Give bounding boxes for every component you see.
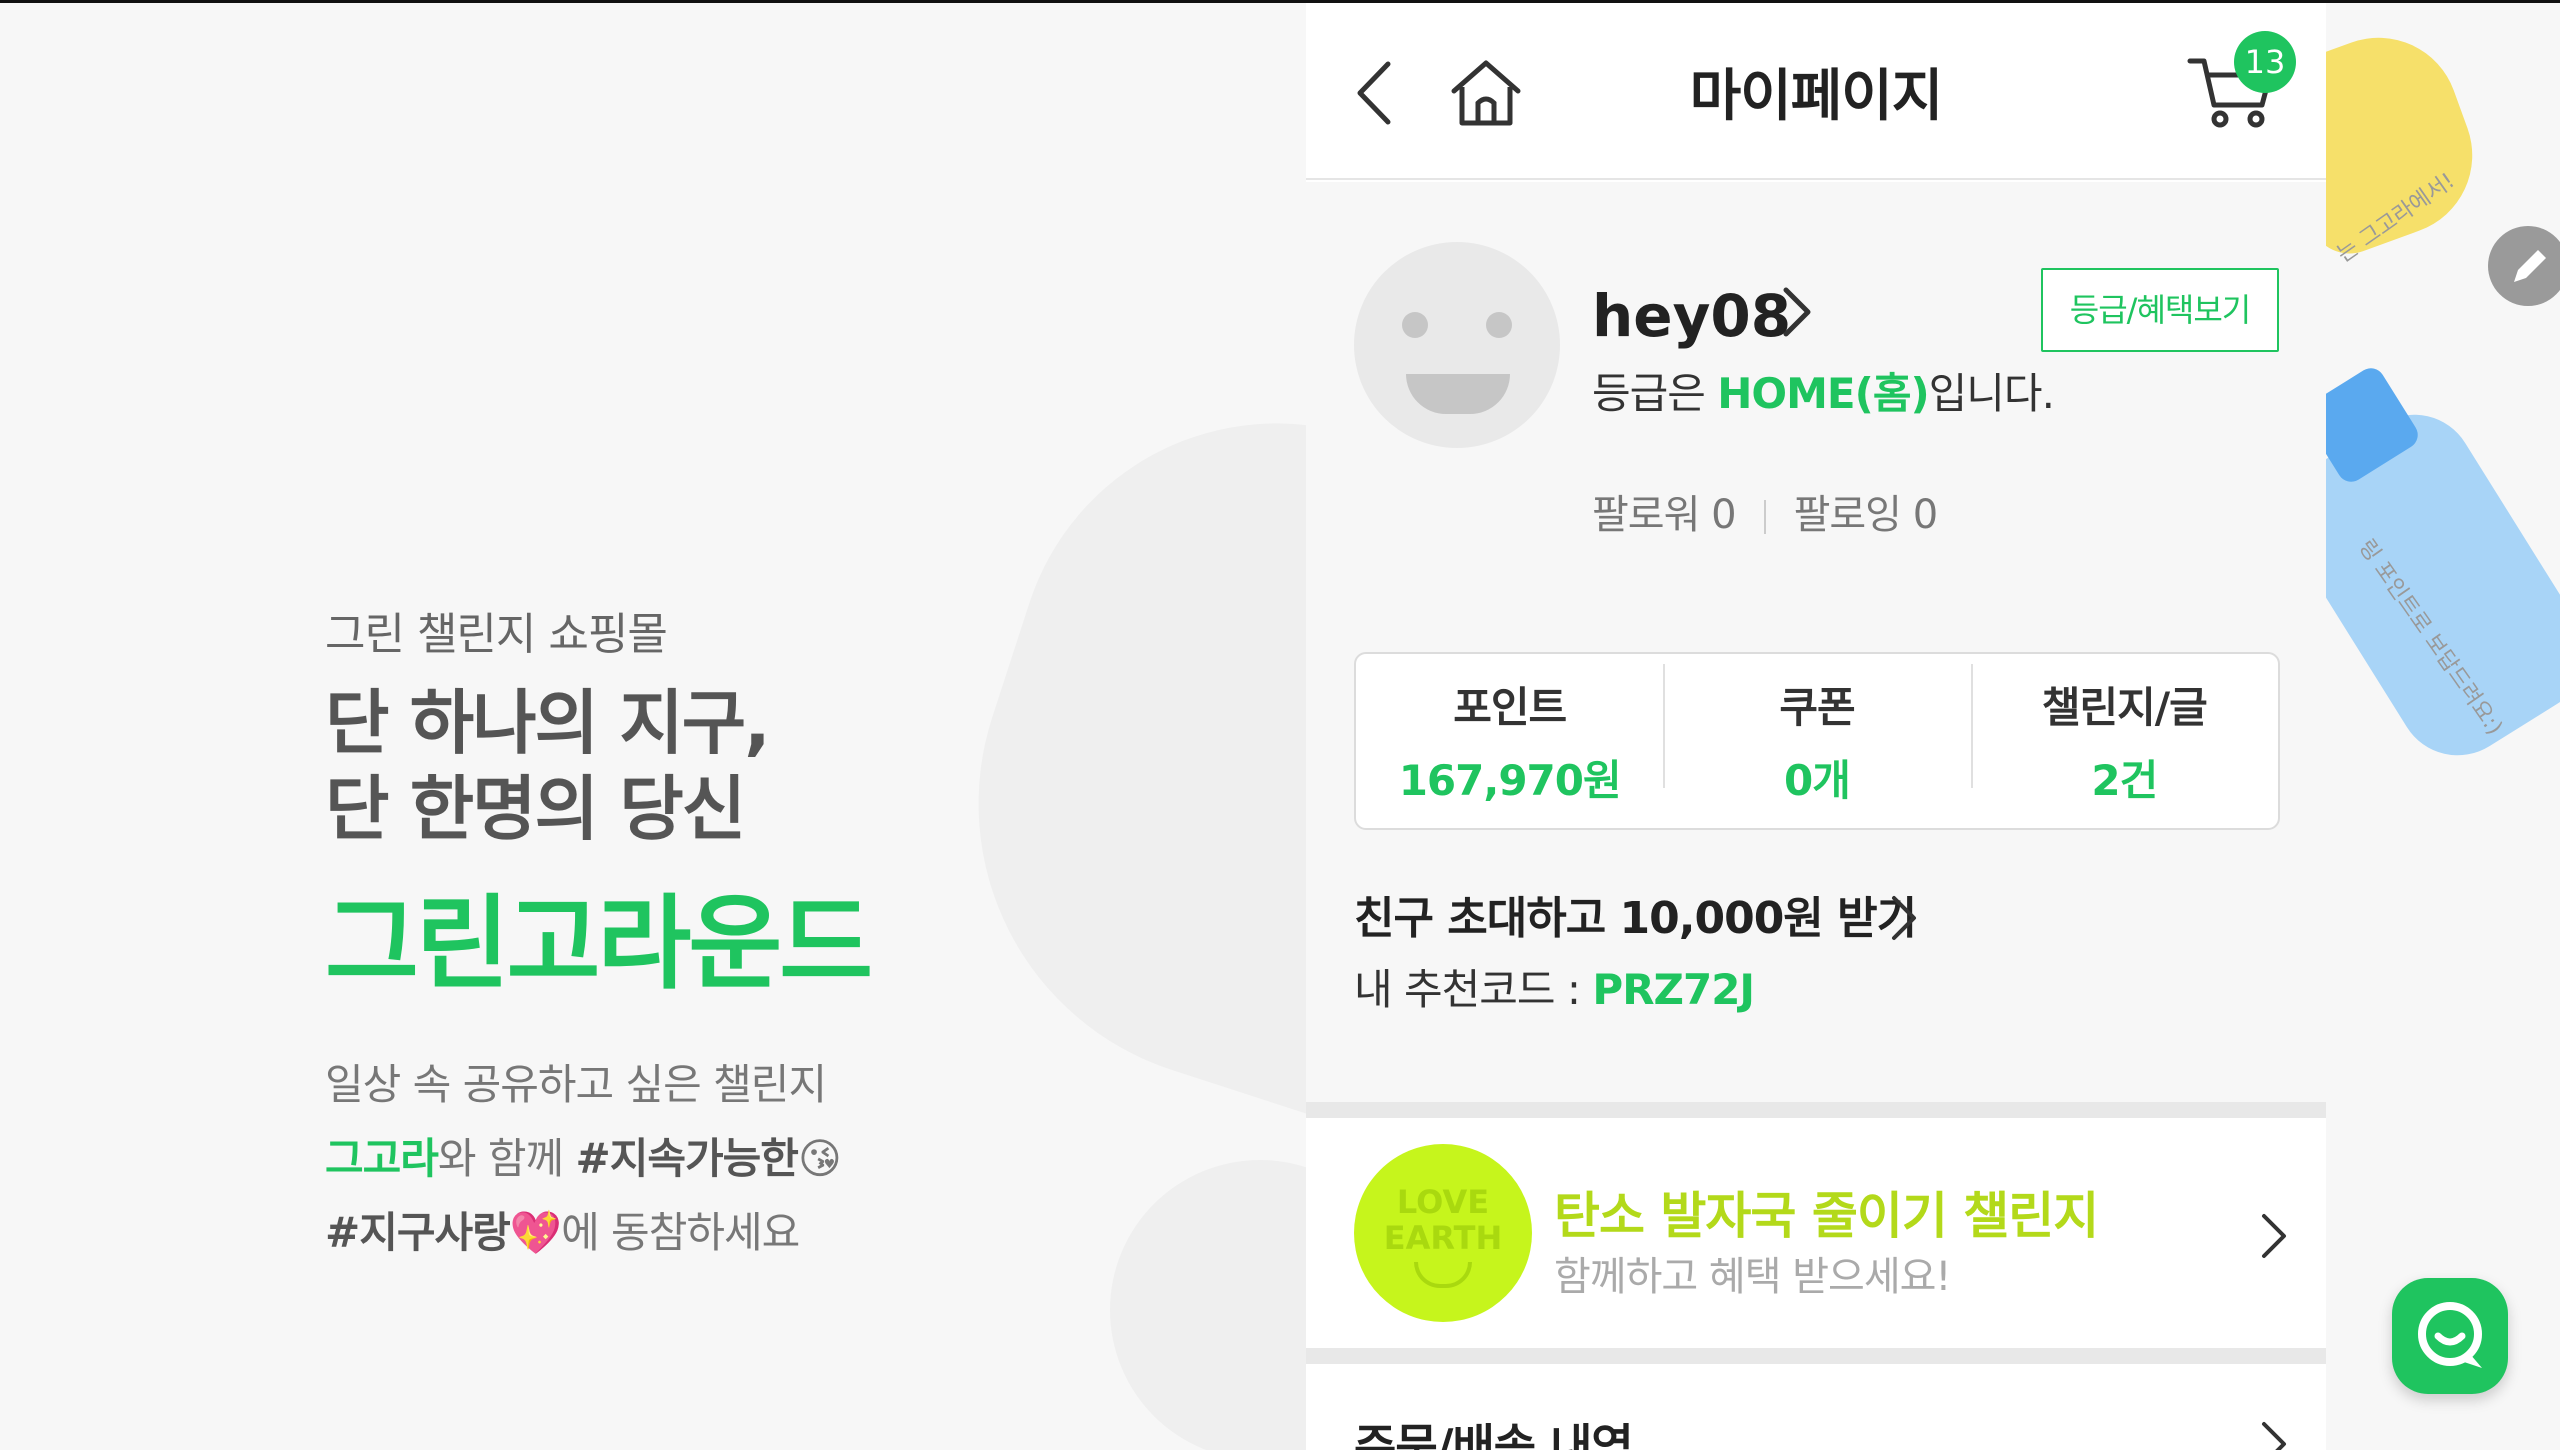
referral-code: 내 추천코드 : PRZ72J [1354,956,1755,1017]
follow-divider [1763,500,1766,534]
promo-desc-line3: #지구사랑💖에 동참하세요 [325,1196,841,1270]
smile-icon [1414,1262,1472,1288]
mypage-panel: 마이페이지 13 hey08 등급/혜택보기 등급은 HOME(홈)입니다. 팔… [1306,3,2326,1450]
promo-title: 단 하나의 지구, 단 한명의 당신 [325,680,771,852]
stat-label: 쿠폰 [1779,683,1855,732]
grade-name: HOME(홈) [1717,369,1929,418]
chevron-right-icon [2262,1214,2286,1258]
profile-section: hey08 등급/혜택보기 등급은 HOME(홈)입니다. 팔로워 0 팔로잉 0… [1306,182,2326,1102]
promo-desc-end: 에 동참하세요 [561,1208,800,1257]
avatar-eye-left [1402,312,1428,338]
section-divider [1306,1348,2326,1364]
orders-section[interactable]: 주문/배송 내역 [1306,1364,2326,1450]
stat-points[interactable]: 포인트 167,970원 [1356,674,1663,808]
grade-text: 등급은 HOME(홈)입니다. [1592,360,2055,421]
badge-line1: LOVE [1396,1183,1490,1221]
stat-label: 포인트 [1453,683,1567,732]
stats-box: 포인트 167,970원 쿠폰 0개 챌린지/글 2건 [1354,652,2280,830]
promo-desc-tag1: #지속가능한 [575,1134,799,1183]
grade-prefix: 등급은 [1592,369,1718,418]
stat-label: 챌린지/글 [2041,683,2208,732]
follow-stats: 팔로워 0 팔로잉 0 [1592,482,1939,540]
stat-value: 0개 [1784,756,1851,805]
referral-code-value: PRZ72J [1592,965,1755,1014]
chevron-right-icon [2262,1422,2286,1450]
background-shape [905,355,1306,1145]
badge-line2: EARTH [1383,1219,1503,1257]
chevron-right-icon[interactable] [1776,282,1816,342]
promo-description: 일상 속 공유하고 싶은 챌린지 그고라와 함께 #지속가능한😘 #지구사랑💖에… [325,1048,842,1270]
stat-value: 167,970원 [1398,756,1622,805]
page-title: 마이페이지 [1689,64,1944,129]
background-circle [1110,1160,1306,1450]
cart-count-badge: 13 [2234,31,2296,93]
header: 마이페이지 13 [1306,3,2326,180]
followers-link[interactable]: 팔로워 0 [1592,492,1737,538]
banner-title: 탄소 발자국 줄이기 챌린지 [1554,1187,2099,1245]
stat-challenges[interactable]: 챌린지/글 2건 [1970,664,2278,808]
referral-label: 내 추천코드 : [1354,965,1593,1014]
avatar-mouth [1406,374,1510,414]
promo-desc-brand: 그고라 [325,1134,439,1183]
banner-subtitle: 함께하고 혜택 받으세요! [1554,1254,1951,1300]
orders-title: 주문/배송 내역 [1354,1419,1634,1450]
kiss-emoji-icon: 😘 [797,1134,842,1183]
following-link[interactable]: 팔로잉 0 [1794,492,1939,538]
stat-coupons[interactable]: 쿠폰 0개 [1663,664,1970,808]
right-decoration: 는 그고라에서! 링 포인트로 보답드려요:) [2326,0,2560,1450]
promo-brand: 그린고라운드 [325,885,873,1004]
promo-desc-tag2: #지구사랑 [325,1208,511,1257]
section-divider [1306,1102,2326,1118]
avatar-eye-right [1486,312,1512,338]
chat-button[interactable] [2392,1278,2508,1394]
heart-emoji-icon: 💖 [509,1208,562,1257]
grade-suffix: 입니다. [1928,369,2055,418]
stat-value: 2건 [2091,756,2158,805]
username[interactable]: hey08 [1592,282,1791,350]
promo-desc-line1: 일상 속 공유하고 싶은 챌린지 [325,1060,827,1109]
promo-title-line1: 단 하나의 지구, [325,682,771,764]
grade-benefit-button[interactable]: 등급/혜택보기 [2041,268,2279,352]
invite-friend-link[interactable]: 친구 초대하고 10,000원 받기 [1354,882,1917,946]
edit-button[interactable] [2488,226,2560,306]
promo-desc-mid: 와 함께 [437,1134,576,1183]
chevron-right-icon[interactable] [1886,890,1922,946]
promo-desc-line2: 그고라와 함께 #지속가능한😘 [325,1122,842,1196]
chat-bubble-icon [2418,1302,2482,1368]
pencil-icon [2514,250,2546,282]
promo-title-line2: 단 한명의 당신 [325,768,746,850]
avatar[interactable] [1354,242,1560,448]
challenge-banner[interactable]: LOVE EARTH 탄소 발자국 줄이기 챌린지 함께하고 혜택 받으세요! [1306,1118,2326,1348]
promo-panel: 그린 챌린지 쇼핑몰 단 하나의 지구, 단 한명의 당신 그린고라운드 일상 … [0,0,1306,1450]
love-earth-badge: LOVE EARTH [1354,1144,1532,1322]
promo-subtitle: 그린 챌린지 쇼핑몰 [325,609,668,660]
